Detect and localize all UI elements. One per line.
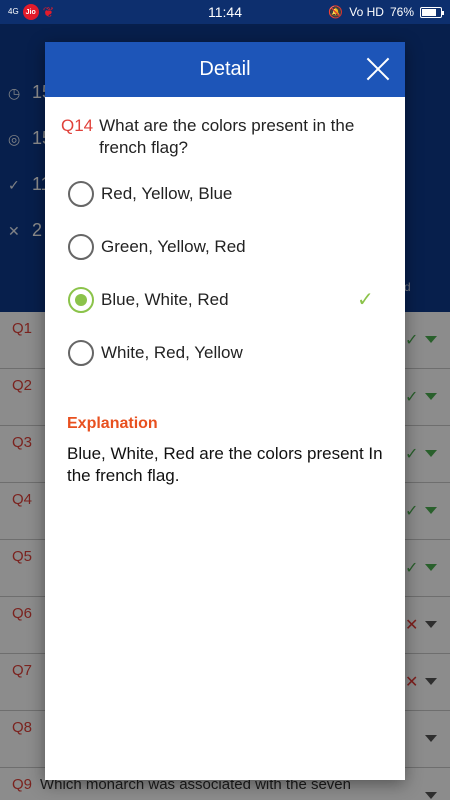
- question: Q14 What are the colors present in the f…: [45, 97, 405, 159]
- detail-dialog: Detail Q14 What are the colors present i…: [45, 42, 405, 780]
- close-icon[interactable]: [365, 56, 391, 82]
- status-bar: 4G Jio ❦ 11:44 🔕 Vo HD 76%: [0, 0, 450, 24]
- radio-button[interactable]: [68, 233, 94, 260]
- radio-button[interactable]: [68, 180, 94, 207]
- battery-icon: [420, 6, 444, 18]
- option-label: Red, Yellow, Blue: [101, 183, 233, 203]
- radio-button-selected[interactable]: [68, 286, 94, 313]
- explanation-title: Explanation: [67, 415, 158, 432]
- option-label: White, Red, Yellow: [101, 342, 243, 362]
- option-2[interactable]: Green, Yellow, Red: [45, 220, 405, 273]
- option-1[interactable]: Red, Yellow, Blue: [45, 167, 405, 220]
- correct-check-icon: ✓: [357, 289, 374, 311]
- question-text: What are the colors present in the frenc…: [99, 116, 355, 157]
- explanation-text: Blue, White, Red are the colors present …: [67, 444, 383, 485]
- question-number: Q14: [61, 116, 94, 135]
- option-4[interactable]: White, Red, Yellow: [45, 326, 405, 379]
- options-list: Red, Yellow, Blue Green, Yellow, Red Blu…: [45, 167, 405, 379]
- option-label: Blue, White, Red: [101, 289, 229, 309]
- clock: 11:44: [208, 4, 242, 20]
- radio-button[interactable]: [68, 339, 94, 366]
- option-label: Green, Yellow, Red: [101, 236, 246, 256]
- dialog-header: Detail: [45, 42, 405, 97]
- dialog-title: Detail: [199, 58, 251, 80]
- battery-fill: [422, 8, 436, 16]
- option-3[interactable]: Blue, White, Red ✓: [45, 273, 405, 326]
